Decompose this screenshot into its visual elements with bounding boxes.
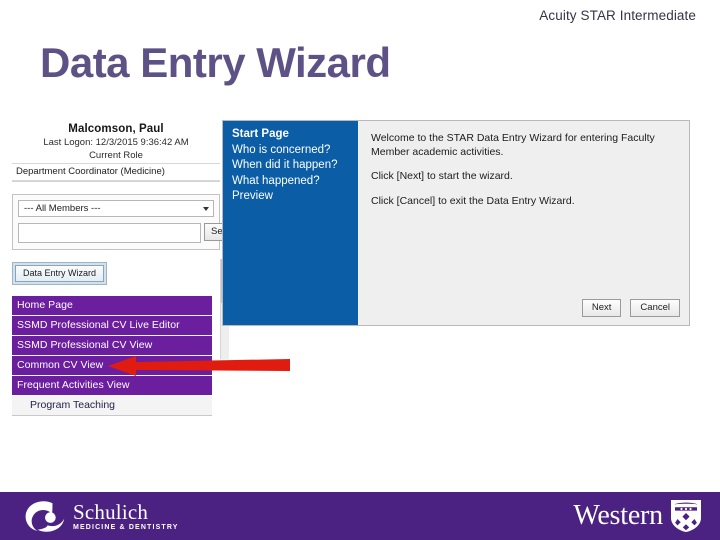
sidebar-item-ssmd-cv-view[interactable]: SSMD Professional CV View — [12, 336, 212, 356]
wizard-step-preview[interactable]: Preview — [232, 189, 358, 205]
page-title: Data Entry Wizard — [40, 39, 391, 86]
next-button[interactable]: Next — [581, 299, 622, 317]
sidebar-item-ssmd-cv-live-editor[interactable]: SSMD Professional CV Live Editor — [12, 316, 212, 336]
wizard-welcome-paragraph: Welcome to the STAR Data Entry Wizard fo… — [371, 132, 655, 158]
sidebar-item-program-teaching[interactable]: Program Teaching — [12, 396, 212, 415]
member-filter-box: --- All Members --- Search — [12, 194, 249, 250]
data-entry-wizard-button-wrapper: Data Entry Wizard — [12, 262, 108, 285]
sidebar-item-home-page[interactable]: Home Page — [12, 296, 212, 316]
wizard-next-instruction: Click [Next] to start the wizard. — [371, 170, 513, 182]
chevron-down-icon — [203, 206, 209, 211]
schulich-swirl-icon — [25, 501, 65, 532]
wizard-cancel-instruction: Click [Cancel] to exit the Data Entry Wi… — [371, 194, 575, 207]
wizard-step-when-did-it-happen[interactable]: When did it happen? — [232, 158, 358, 174]
user-info-card: Malcomson, Paul Last Logon: 12/3/2015 9:… — [12, 120, 220, 182]
western-name: Western — [573, 500, 663, 531]
wizard-step-list: Start Page Who is concerned? When did it… — [223, 121, 358, 325]
member-select[interactable]: --- All Members --- — [18, 200, 214, 217]
wizard-panel: Start Page Who is concerned? When did it… — [222, 120, 690, 326]
cancel-button[interactable]: Cancel — [630, 299, 680, 317]
embedded-app-screenshot: Malcomson, Paul Last Logon: 12/3/2015 9:… — [12, 120, 690, 416]
search-input[interactable] — [18, 223, 201, 243]
schulich-wordmark: Schulich MEDICINE & DENTISTRY — [73, 500, 179, 532]
current-role-label: Current Role — [89, 150, 143, 161]
schulich-subtitle: MEDICINE & DENTISTRY — [73, 524, 179, 531]
wizard-step-who-is-concerned[interactable]: Who is concerned? — [232, 143, 358, 159]
user-name: Malcomson, Paul — [68, 123, 164, 135]
wizard-body: Welcome to the STAR Data Entry Wizard fo… — [358, 121, 689, 325]
sidebar-item-common-cv-view[interactable]: Common CV View — [12, 356, 212, 376]
current-role-value: Department Coordinator (Medicine) — [12, 163, 220, 181]
western-shield-icon — [671, 500, 701, 532]
member-search-row: Search — [18, 223, 249, 243]
schulich-logo: Schulich MEDICINE & DENTISTRY — [24, 500, 179, 533]
sidebar-item-frequent-activities-view[interactable]: Frequent Activities View — [12, 376, 212, 396]
slide-footer: Schulich MEDICINE & DENTISTRY Western — [0, 492, 720, 540]
wizard-step-what-happened[interactable]: What happened? — [232, 174, 358, 190]
last-logon-text: Last Logon: 12/3/2015 9:36:42 AM — [43, 137, 189, 148]
slide-header-text: Acuity STAR Intermediate — [539, 8, 696, 23]
member-select-value: --- All Members --- — [24, 203, 101, 214]
sidebar-nav: Home Page SSMD Professional CV Live Edit… — [12, 296, 212, 416]
schulich-name: Schulich — [73, 500, 149, 524]
data-entry-wizard-button[interactable]: Data Entry Wizard — [15, 265, 105, 282]
western-logo: Western — [573, 499, 702, 533]
app-left-column: Malcomson, Paul Last Logon: 12/3/2015 9:… — [12, 120, 249, 416]
wizard-step-start-page[interactable]: Start Page — [232, 127, 358, 143]
wizard-action-bar: Next Cancel — [581, 299, 680, 317]
